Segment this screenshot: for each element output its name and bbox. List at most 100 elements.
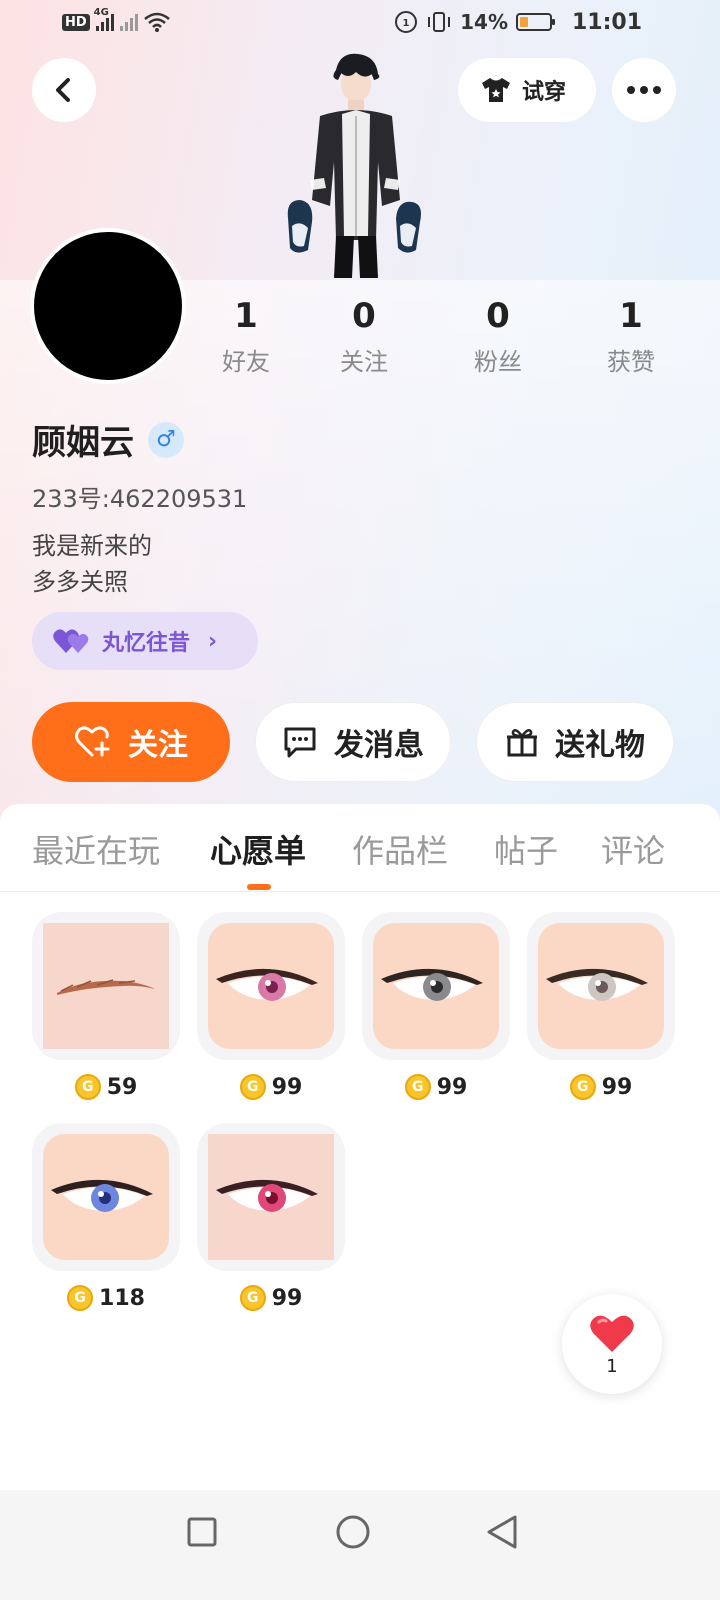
bio-line: 多多关照 (32, 568, 128, 596)
price-value: 99 (436, 1074, 468, 1100)
stat-label: 好友 (222, 348, 270, 376)
item-price: G 59 (32, 1074, 180, 1100)
item-card (362, 912, 510, 1060)
item-card (32, 912, 180, 1060)
hd-badge: HD (62, 13, 90, 31)
wishlist-item[interactable]: G 99 (197, 1123, 345, 1311)
stat-likes[interactable]: 1 获赞 (576, 296, 686, 377)
home-button[interactable] (331, 1510, 375, 1554)
eye-thumbnail (208, 1134, 334, 1260)
item-card (197, 1123, 345, 1271)
triangle-back-icon (487, 1515, 517, 1549)
stat-value: 1 (234, 296, 258, 336)
message-label: 发消息 (334, 728, 424, 763)
stat-following[interactable]: 0 关注 (309, 296, 419, 377)
item-price: G 118 (32, 1285, 180, 1311)
stat-value: 1 (619, 296, 643, 336)
tab-posts[interactable]: 帖子 (494, 826, 558, 872)
eye-thumbnail (208, 923, 334, 1049)
wishlist-item[interactable]: G 99 (197, 912, 345, 1100)
network-type-label: 4G (93, 7, 109, 18)
stat-friends[interactable]: 1 好友 (191, 296, 301, 377)
price-value: 99 (601, 1074, 633, 1100)
double-heart-icon (53, 629, 89, 653)
square-icon (187, 1517, 217, 1547)
try-on-button[interactable]: 试穿 (458, 58, 596, 122)
item-price: G 99 (527, 1074, 675, 1100)
user-name: 顾姻云 (32, 423, 134, 463)
like-button[interactable]: 1 (562, 1294, 662, 1394)
follow-label: 关注 (128, 728, 188, 763)
chat-bubble-icon (284, 727, 316, 758)
wishlist-item[interactable]: G 118 (32, 1123, 180, 1311)
send-gift-button[interactable]: 送礼物 (476, 702, 674, 782)
stat-label: 关注 (340, 348, 388, 376)
price-value: 99 (271, 1285, 303, 1311)
heart-icon (590, 1315, 634, 1352)
status-bar: HD 4G 1 14% 11:01 (0, 0, 720, 48)
user-avatar[interactable] (30, 228, 186, 384)
profile-stats: 1 好友 0 关注 0 粉丝 1 获赞 (190, 296, 710, 386)
eye-thumbnail (373, 923, 499, 1049)
chevron-right-icon: › (208, 628, 218, 654)
bio-line: 我是新来的 (32, 532, 152, 560)
heart-plus-icon (75, 726, 110, 757)
male-gender-icon: ♂ (148, 421, 184, 458)
item-card (32, 1123, 180, 1271)
stat-label: 粉丝 (474, 348, 522, 376)
gift-label: 送礼物 (555, 728, 645, 763)
recent-apps-button[interactable] (180, 1510, 224, 1554)
item-price: G 99 (197, 1285, 345, 1311)
try-on-label: 试穿 (522, 80, 567, 105)
active-tab-indicator (247, 884, 271, 890)
user-bio: 我是新来的 多多关照 (32, 528, 152, 600)
status-left: HD 4G (62, 7, 170, 32)
wishlist-item[interactable]: G 59 (32, 912, 180, 1100)
gold-coin-icon: G (239, 1074, 266, 1100)
vibrate-icon (428, 12, 451, 32)
price-value: 99 (271, 1074, 303, 1100)
stat-value: 0 (486, 296, 510, 336)
stat-value: 0 (352, 296, 376, 336)
wishlist-item[interactable]: G 99 (527, 912, 675, 1100)
item-price: G 99 (197, 1074, 345, 1100)
more-dots-icon (627, 86, 661, 94)
message-button[interactable]: 发消息 (255, 702, 451, 782)
price-value: 59 (106, 1074, 138, 1100)
gold-coin-icon: G (404, 1074, 431, 1100)
chevron-left-icon (56, 78, 70, 102)
back-button[interactable] (32, 58, 96, 122)
gift-icon (507, 728, 537, 757)
back-nav-button[interactable] (480, 1510, 524, 1554)
tabs-divider (0, 891, 720, 892)
tab-wishlist[interactable]: 心愿单 (210, 826, 306, 872)
gold-coin-icon: G (67, 1285, 94, 1311)
eye-thumbnail (538, 923, 664, 1049)
name-row: 顾姻云 ♂ (32, 415, 184, 464)
tab-works[interactable]: 作品栏 (352, 826, 448, 872)
svg-text:1: 1 (403, 18, 410, 29)
gold-coin-icon: G (569, 1074, 596, 1100)
price-value: 118 (99, 1285, 145, 1311)
more-button[interactable] (612, 58, 676, 122)
gold-coin-icon: G (239, 1285, 266, 1311)
stat-label: 获赞 (607, 348, 655, 376)
tab-comments[interactable]: 评论 (601, 826, 665, 872)
guild-badge[interactable]: 丸忆往昔 › (32, 612, 258, 670)
wishlist-item[interactable]: G 99 (362, 912, 510, 1100)
stat-fans[interactable]: 0 粉丝 (443, 296, 553, 377)
tshirt-icon (482, 78, 510, 102)
battery-percent: 14% (460, 10, 508, 34)
signal-icon: 4G (94, 7, 114, 31)
follow-button[interactable]: 关注 (32, 702, 230, 782)
wifi-icon (143, 12, 170, 32)
status-right: 1 14% (394, 10, 555, 34)
tab-recent[interactable]: 最近在玩 (32, 826, 160, 872)
avatar-3d-figure (287, 53, 421, 278)
item-card (197, 912, 345, 1060)
status-time: 11:01 (571, 10, 642, 35)
user-id: 233号:462209531 (32, 485, 248, 513)
circle-icon (336, 1515, 370, 1549)
guild-name: 丸忆往昔 (102, 631, 191, 656)
eye-thumbnail (43, 1134, 169, 1260)
